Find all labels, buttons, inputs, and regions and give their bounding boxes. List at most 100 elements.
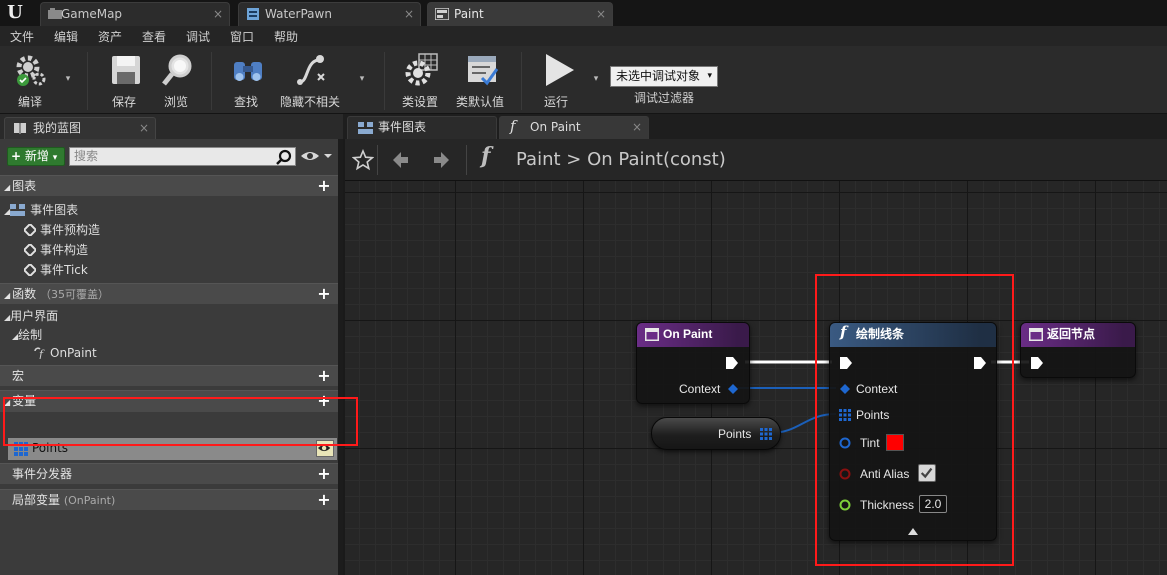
tree-onpaint-function[interactable]: f OnPaint bbox=[32, 346, 97, 360]
return-node[interactable]: 返回节点 bbox=[1020, 322, 1136, 378]
anti-alias-checkbox[interactable] bbox=[918, 464, 936, 482]
add-local-variable-plus-icon[interactable]: + bbox=[316, 492, 332, 508]
class-defaults-button[interactable]: 类默认值 bbox=[456, 50, 504, 110]
hide-unrelated-options-chevron-down-icon[interactable]: ▾ bbox=[356, 74, 368, 86]
my-blueprint-panel: 我的蓝图 × + 新增 ▾ 搜索 ◢ 图表 + ◢ 事件图表 事件预构造 事件构造 … bbox=[0, 114, 343, 575]
star-icon[interactable] bbox=[352, 149, 374, 171]
add-new-button[interactable]: + 新增 ▾ bbox=[7, 147, 65, 166]
compile-label: 编译 bbox=[17, 95, 42, 109]
save-button[interactable]: 保存 bbox=[100, 50, 148, 110]
checkmark-icon bbox=[920, 467, 933, 479]
close-icon[interactable]: × bbox=[596, 3, 606, 25]
array-grid-icon[interactable] bbox=[839, 409, 851, 421]
exec-in-pin-icon[interactable] bbox=[1030, 356, 1044, 370]
toolbar-separator bbox=[211, 52, 212, 110]
tree-event-construct[interactable]: 事件构造 bbox=[24, 241, 88, 258]
section-local-variables[interactable]: 局部变量 (OnPaint) + bbox=[0, 489, 338, 510]
browse-button[interactable]: 浏览 bbox=[152, 50, 200, 110]
collapse-triangle-icon: ◢ bbox=[4, 183, 11, 192]
add-variable-plus-icon[interactable]: + bbox=[316, 393, 332, 409]
add-graph-plus-icon[interactable]: + bbox=[316, 178, 332, 194]
panel-splitter[interactable] bbox=[338, 139, 343, 575]
points-variable-getter-node[interactable]: Points bbox=[651, 417, 781, 450]
add-new-label: 新增 bbox=[24, 149, 49, 163]
menu-view[interactable]: 查看 bbox=[142, 28, 166, 45]
event-label: 事件Tick bbox=[40, 263, 88, 277]
close-icon[interactable]: × bbox=[139, 118, 149, 138]
section-event-dispatchers[interactable]: 事件分发器 + bbox=[0, 463, 338, 484]
exec-out-pin-icon[interactable] bbox=[725, 356, 739, 370]
tree-event-preconstruct[interactable]: 事件预构造 bbox=[24, 221, 100, 238]
menu-debug[interactable]: 调试 bbox=[186, 28, 210, 45]
hide-unrelated-button[interactable]: 隐藏不相关 bbox=[280, 50, 340, 110]
doc-tab-paint[interactable]: Paint × bbox=[427, 2, 613, 26]
menu-window[interactable]: 窗口 bbox=[230, 28, 254, 45]
section-variables[interactable]: ◢ 变量 + bbox=[0, 390, 338, 412]
find-button[interactable]: 查找 bbox=[222, 50, 270, 110]
compile-button[interactable]: 编译 bbox=[6, 50, 54, 110]
thickness-value-input[interactable]: 2.0 bbox=[919, 495, 947, 513]
breadcrumb-blueprint[interactable]: Paint bbox=[516, 149, 561, 170]
section-functions[interactable]: ◢ 函数 （35可覆盖） + bbox=[0, 283, 338, 304]
variable-points[interactable]: Points bbox=[8, 438, 337, 460]
graph-tab-on-paint[interactable]: f On Paint × bbox=[499, 116, 649, 139]
section-macros[interactable]: 宏 + bbox=[0, 365, 338, 386]
doc-tab-gamemap[interactable]: GameMap × bbox=[40, 2, 230, 26]
menu-bar: 文件 编辑 资产 查看 调试 窗口 帮助 bbox=[0, 26, 1167, 46]
variable-visibility-eye-icon[interactable] bbox=[316, 440, 334, 457]
thickness-pin-circle-icon[interactable] bbox=[839, 499, 851, 511]
class-settings-button[interactable]: 类设置 bbox=[396, 50, 444, 110]
event-diamond-icon bbox=[24, 244, 36, 256]
tree-event-graph[interactable]: ◢ 事件图表 bbox=[4, 201, 78, 218]
my-blueprint-body: + 新增 ▾ 搜索 ◢ 图表 + ◢ 事件图表 事件预构造 事件构造 事件Tick … bbox=[0, 139, 343, 575]
run-options-chevron-down-icon[interactable]: ▾ bbox=[590, 74, 602, 86]
compile-options-chevron-down-icon[interactable]: ▾ bbox=[62, 74, 74, 86]
debug-filter-label: 调试过滤器 bbox=[634, 91, 695, 105]
section-graphs[interactable]: ◢ 图表 + bbox=[0, 175, 338, 196]
run-button[interactable]: 运行 bbox=[532, 50, 580, 110]
on-paint-node[interactable]: On Paint Context bbox=[636, 322, 750, 404]
close-icon[interactable]: × bbox=[632, 117, 642, 138]
tree-user-interface[interactable]: ◢用户界面 bbox=[4, 307, 58, 324]
exec-out-pin-icon[interactable] bbox=[973, 356, 987, 370]
tint-color-swatch[interactable] bbox=[886, 434, 904, 451]
draw-lines-node[interactable]: f 绘制线条 Context Points Tint Anti Alias Th… bbox=[829, 322, 997, 541]
debug-object-select[interactable]: 未选中调试对象 ▾ bbox=[610, 66, 718, 87]
my-blueprint-tab[interactable]: 我的蓝图 × bbox=[4, 117, 156, 139]
exec-in-pin-icon[interactable] bbox=[839, 356, 853, 370]
section-functions-label: 函数 bbox=[12, 287, 37, 301]
graph-tab-event-graph[interactable]: 事件图表 bbox=[347, 116, 497, 139]
close-icon[interactable]: × bbox=[404, 3, 414, 25]
anti-alias-pin-circle-icon[interactable] bbox=[839, 468, 851, 480]
class-settings-gear-icon bbox=[405, 53, 438, 86]
draw-lines-thickness-label: Thickness bbox=[860, 498, 915, 512]
menu-help[interactable]: 帮助 bbox=[274, 28, 298, 45]
search-input[interactable]: 搜索 bbox=[69, 147, 296, 166]
close-icon[interactable]: × bbox=[213, 3, 223, 25]
event-graph-icon bbox=[358, 122, 373, 134]
doc-tab-waterpawn[interactable]: WaterPawn × bbox=[238, 2, 421, 26]
graph-canvas[interactable]: On Paint Context Points f 绘制线条 Context P… bbox=[345, 181, 1167, 575]
breadcrumb-function[interactable]: On Paint(const) bbox=[587, 149, 726, 170]
context-pin-diamond-icon[interactable] bbox=[727, 383, 739, 395]
function-return-icon bbox=[1029, 328, 1043, 341]
function-entry-icon bbox=[645, 328, 659, 341]
add-macro-plus-icon[interactable]: + bbox=[316, 368, 332, 384]
svg-text:f: f bbox=[38, 348, 45, 359]
add-function-plus-icon[interactable]: + bbox=[316, 286, 332, 302]
menu-edit[interactable]: 编辑 bbox=[54, 28, 78, 45]
context-pin-diamond-icon[interactable] bbox=[839, 383, 851, 395]
advanced-pins-expand-icon[interactable] bbox=[907, 527, 919, 536]
tree-event-tick[interactable]: 事件Tick bbox=[24, 261, 88, 278]
add-event-dispatcher-plus-icon[interactable]: + bbox=[316, 466, 332, 482]
wire-layer bbox=[737, 360, 1029, 434]
back-arrow-icon[interactable] bbox=[389, 149, 411, 171]
forward-arrow-icon[interactable] bbox=[431, 149, 453, 171]
array-grid-icon[interactable] bbox=[760, 428, 772, 440]
draw-lines-context-label: Context bbox=[856, 382, 898, 396]
menu-asset[interactable]: 资产 bbox=[98, 28, 122, 45]
view-options-eye-icon[interactable] bbox=[300, 148, 332, 164]
menu-file[interactable]: 文件 bbox=[10, 28, 34, 45]
tree-draw-category[interactable]: ◢绘制 bbox=[12, 326, 42, 343]
tint-pin-circle-icon[interactable] bbox=[839, 437, 851, 449]
